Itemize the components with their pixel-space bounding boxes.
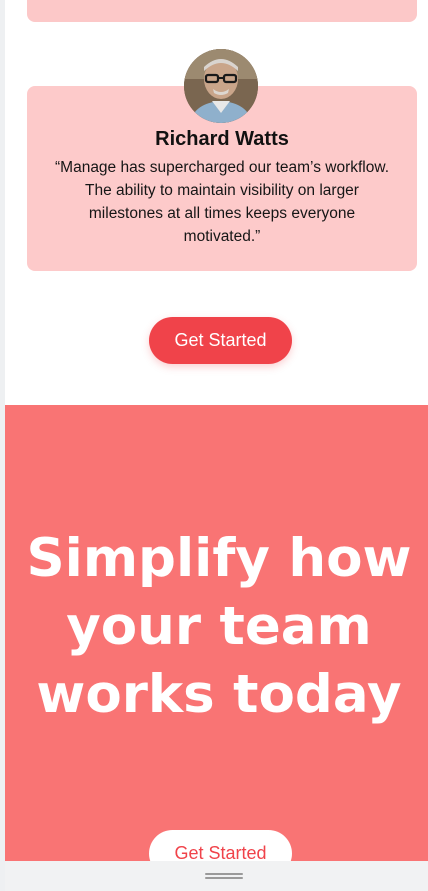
testimonial-quote: “Manage has supercharged our team’s work… — [55, 159, 389, 245]
page-frame: Richard Watts “Manage has supercharged o… — [0, 0, 428, 891]
browser-bottom-bar — [5, 861, 428, 891]
drag-handle-icon[interactable] — [205, 873, 243, 879]
cta-hero-section: Simplify how your team works today Get S… — [5, 405, 428, 891]
hero-title: Simplify how your team works today — [26, 528, 412, 725]
person-avatar-icon — [184, 49, 258, 123]
testimonial-author: Richard Watts — [155, 128, 289, 150]
get-started-button[interactable]: Get Started — [149, 317, 292, 364]
previous-testimonial-card — [27, 0, 417, 22]
avatar — [184, 49, 258, 123]
